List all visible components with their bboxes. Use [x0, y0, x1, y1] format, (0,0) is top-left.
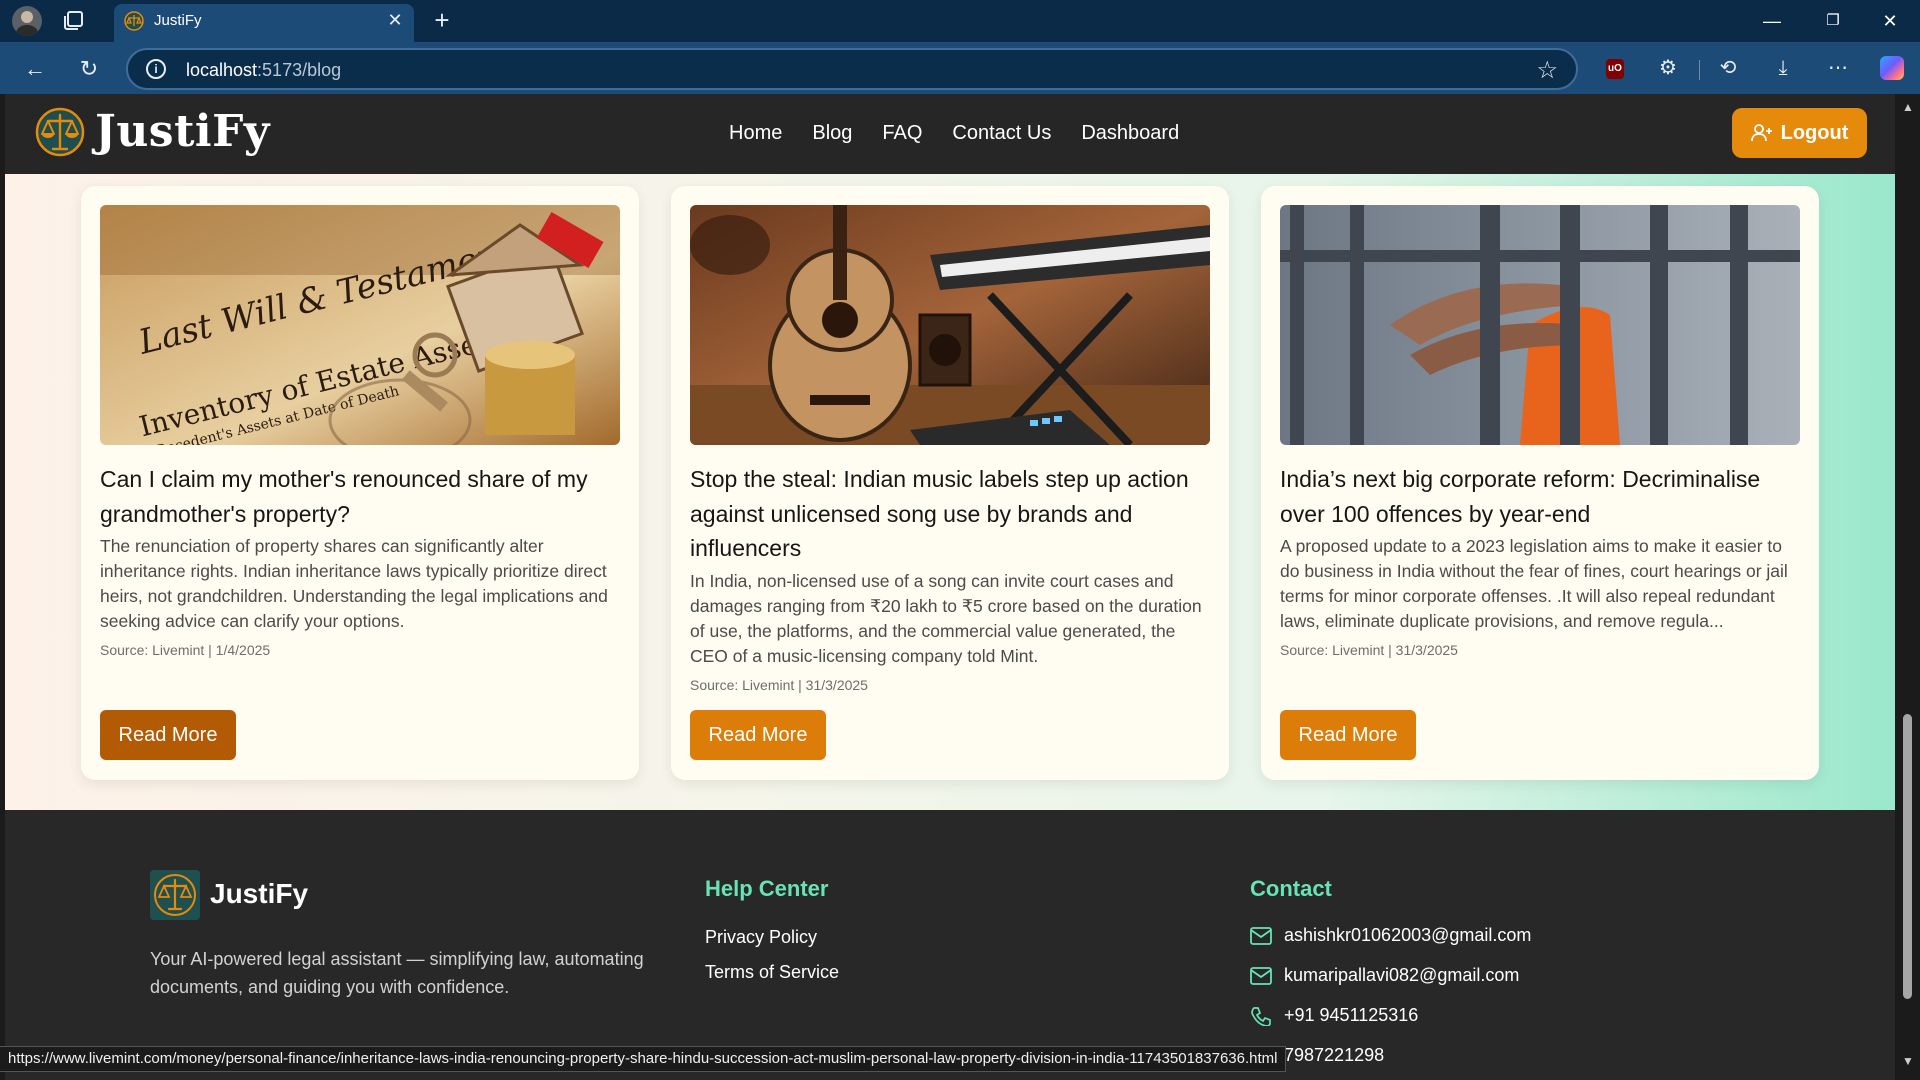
toolbar-divider: [1699, 60, 1700, 80]
info-icon[interactable]: i: [146, 59, 166, 79]
blog-title[interactable]: Stop the steal: Indian music labels step…: [690, 462, 1210, 566]
terms-of-service-link[interactable]: Terms of Service: [705, 962, 839, 983]
privacy-policy-link[interactable]: Privacy Policy: [705, 927, 817, 948]
page-scrollbar[interactable]: ▲ ▼: [1895, 94, 1920, 1080]
logout-button[interactable]: Logout: [1732, 108, 1867, 158]
address-input[interactable]: i localhost:5173/blog ☆: [126, 48, 1578, 90]
blog-image-prison-bars[interactable]: [1280, 205, 1800, 445]
read-more-button[interactable]: Read More: [690, 710, 826, 760]
url-text: localhost:5173/blog: [186, 60, 342, 80]
blog-card: Last Will & Testament Inventory of Estat…: [81, 186, 639, 780]
phone-icon: [1251, 1006, 1271, 1026]
blog-meta: Source: Livemint | 31/3/2025: [1280, 642, 1458, 658]
site-footer: JustiFy Your AI-powered legal assistant …: [5, 810, 1895, 1080]
ublock-icon[interactable]: uO: [1606, 59, 1624, 79]
blog-meta: Source: Livemint | 1/4/2025: [100, 642, 271, 658]
contact-phone[interactable]: +91 9451125316: [1250, 1005, 1418, 1026]
scroll-down-icon[interactable]: ▼: [1902, 1054, 1914, 1068]
blog-image-music-instruments[interactable]: [690, 205, 1210, 445]
blog-description: In India, non-licensed use of a song can…: [690, 571, 1202, 666]
main-nav: Home Blog FAQ Contact Us Dashboard: [729, 122, 1179, 145]
blog-title[interactable]: India’s next big corporate reform: Decri…: [1280, 462, 1800, 531]
nav-faq[interactable]: FAQ: [882, 122, 922, 145]
contact-heading: Contact: [1250, 876, 1332, 901]
help-center-heading: Help Center: [705, 876, 829, 901]
download-icon[interactable]: ⤓: [1771, 56, 1795, 80]
blog-title[interactable]: Can I claim my mother's renounced share …: [100, 462, 620, 531]
nav-home[interactable]: Home: [729, 122, 782, 145]
nav-contact-us[interactable]: Contact Us: [952, 122, 1051, 145]
footer-tagline: Your AI-powered legal assistant — simpli…: [150, 949, 644, 997]
tab-title: JustiFy: [154, 12, 202, 29]
blog-card: Stop the steal: Indian music labels step…: [671, 186, 1229, 780]
page-viewport: JustiFy Home Blog FAQ Contact Us Dashboa…: [5, 94, 1895, 1080]
tabs-icon[interactable]: [62, 9, 88, 33]
extensions-icon[interactable]: ⚙: [1656, 56, 1680, 80]
user-plus-icon: [1750, 124, 1772, 142]
reload-icon[interactable]: ↻: [74, 54, 104, 84]
link-status-bar: https://www.livemint.com/money/personal-…: [0, 1046, 1287, 1072]
footer-scales-logo-icon: [150, 870, 200, 920]
blog-meta: Source: Livemint | 31/3/2025: [690, 677, 868, 693]
logout-label: Logout: [1780, 121, 1849, 144]
favorite-star-icon[interactable]: ☆: [1536, 56, 1558, 85]
scroll-thumb[interactable]: [1903, 714, 1912, 999]
close-icon[interactable]: ✕: [1870, 8, 1910, 34]
mail-icon: [1250, 966, 1272, 985]
justify-favicon-icon: [124, 11, 144, 31]
back-icon[interactable]: ←: [20, 54, 50, 84]
minimize-icon[interactable]: —: [1752, 8, 1792, 34]
site-navbar: JustiFy Home Blog FAQ Contact Us Dashboa…: [5, 94, 1895, 174]
new-tab-icon[interactable]: +: [428, 6, 456, 34]
read-more-button[interactable]: Read More: [1280, 710, 1416, 760]
contact-email[interactable]: ashishkr01062003@gmail.com: [1250, 925, 1531, 946]
read-more-button[interactable]: Read More: [100, 710, 236, 760]
scroll-up-icon[interactable]: ▲: [1902, 100, 1914, 114]
profile-icon[interactable]: [12, 6, 42, 36]
browser-tab-bar: JustiFy ✕ + — ❐ ✕: [0, 0, 1920, 42]
site-brand[interactable]: JustiFy: [95, 106, 270, 157]
history-icon[interactable]: ⟲: [1716, 56, 1740, 80]
blog-image-will-testament[interactable]: Last Will & Testament Inventory of Estat…: [100, 205, 620, 445]
nav-dashboard[interactable]: Dashboard: [1081, 122, 1179, 145]
footer-brand: JustiFy: [210, 878, 309, 909]
restore-icon[interactable]: ❐: [1813, 8, 1853, 34]
contact-email[interactable]: kumaripallavi082@gmail.com: [1250, 965, 1519, 986]
browser-address-bar: ← ↻ i localhost:5173/blog ☆ uO ⚙ ⟲ ⤓ ⋯: [0, 42, 1920, 94]
more-icon[interactable]: ⋯: [1826, 56, 1850, 80]
blog-description: The renunciation of property shares can …: [100, 536, 608, 631]
tab-close-icon[interactable]: ✕: [384, 9, 406, 31]
scales-logo-icon[interactable]: [35, 106, 85, 158]
blog-card: India’s next big corporate reform: Decri…: [1261, 186, 1819, 780]
nav-blog[interactable]: Blog: [812, 122, 852, 145]
blog-description: A proposed update to a 2023 legislation …: [1280, 536, 1788, 631]
mail-icon: [1250, 926, 1272, 945]
copilot-icon[interactable]: [1880, 56, 1904, 80]
